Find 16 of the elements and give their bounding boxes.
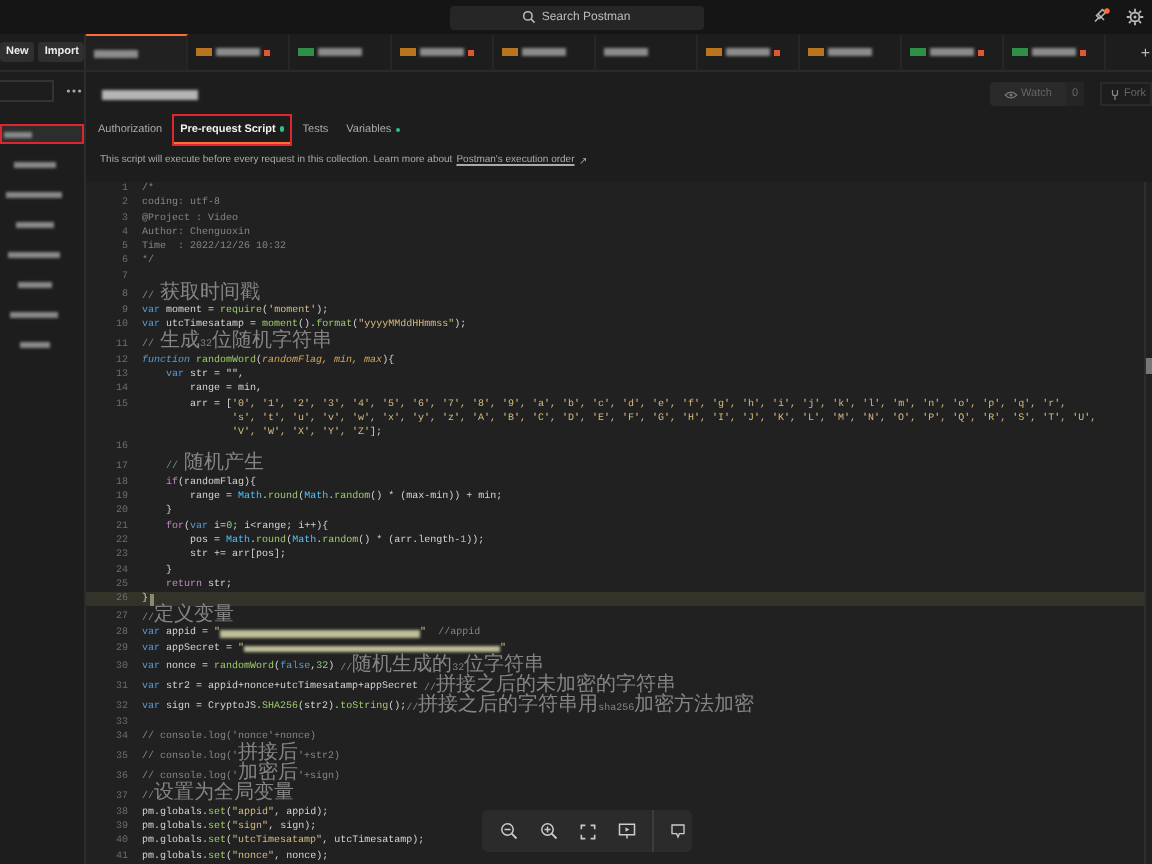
collection-name (102, 89, 198, 99)
zoom-out-icon[interactable] (500, 822, 518, 840)
request-tab[interactable] (86, 34, 188, 70)
fit-screen-icon[interactable] (580, 823, 596, 839)
comment-icon[interactable] (670, 822, 686, 840)
search-icon (521, 10, 536, 24)
new-tab-button[interactable]: + (1140, 43, 1150, 61)
scrollbar-thumb[interactable] (1146, 358, 1152, 374)
eye-icon (1003, 89, 1018, 99)
sidebar-item[interactable] (0, 124, 84, 144)
screen-icon[interactable] (618, 822, 636, 840)
fork-icon (1110, 87, 1120, 101)
zoom-in-icon[interactable] (540, 822, 558, 840)
more-icon[interactable] (66, 87, 82, 93)
satellite-icon[interactable] (1092, 8, 1110, 26)
settings-icon[interactable] (1126, 8, 1144, 26)
